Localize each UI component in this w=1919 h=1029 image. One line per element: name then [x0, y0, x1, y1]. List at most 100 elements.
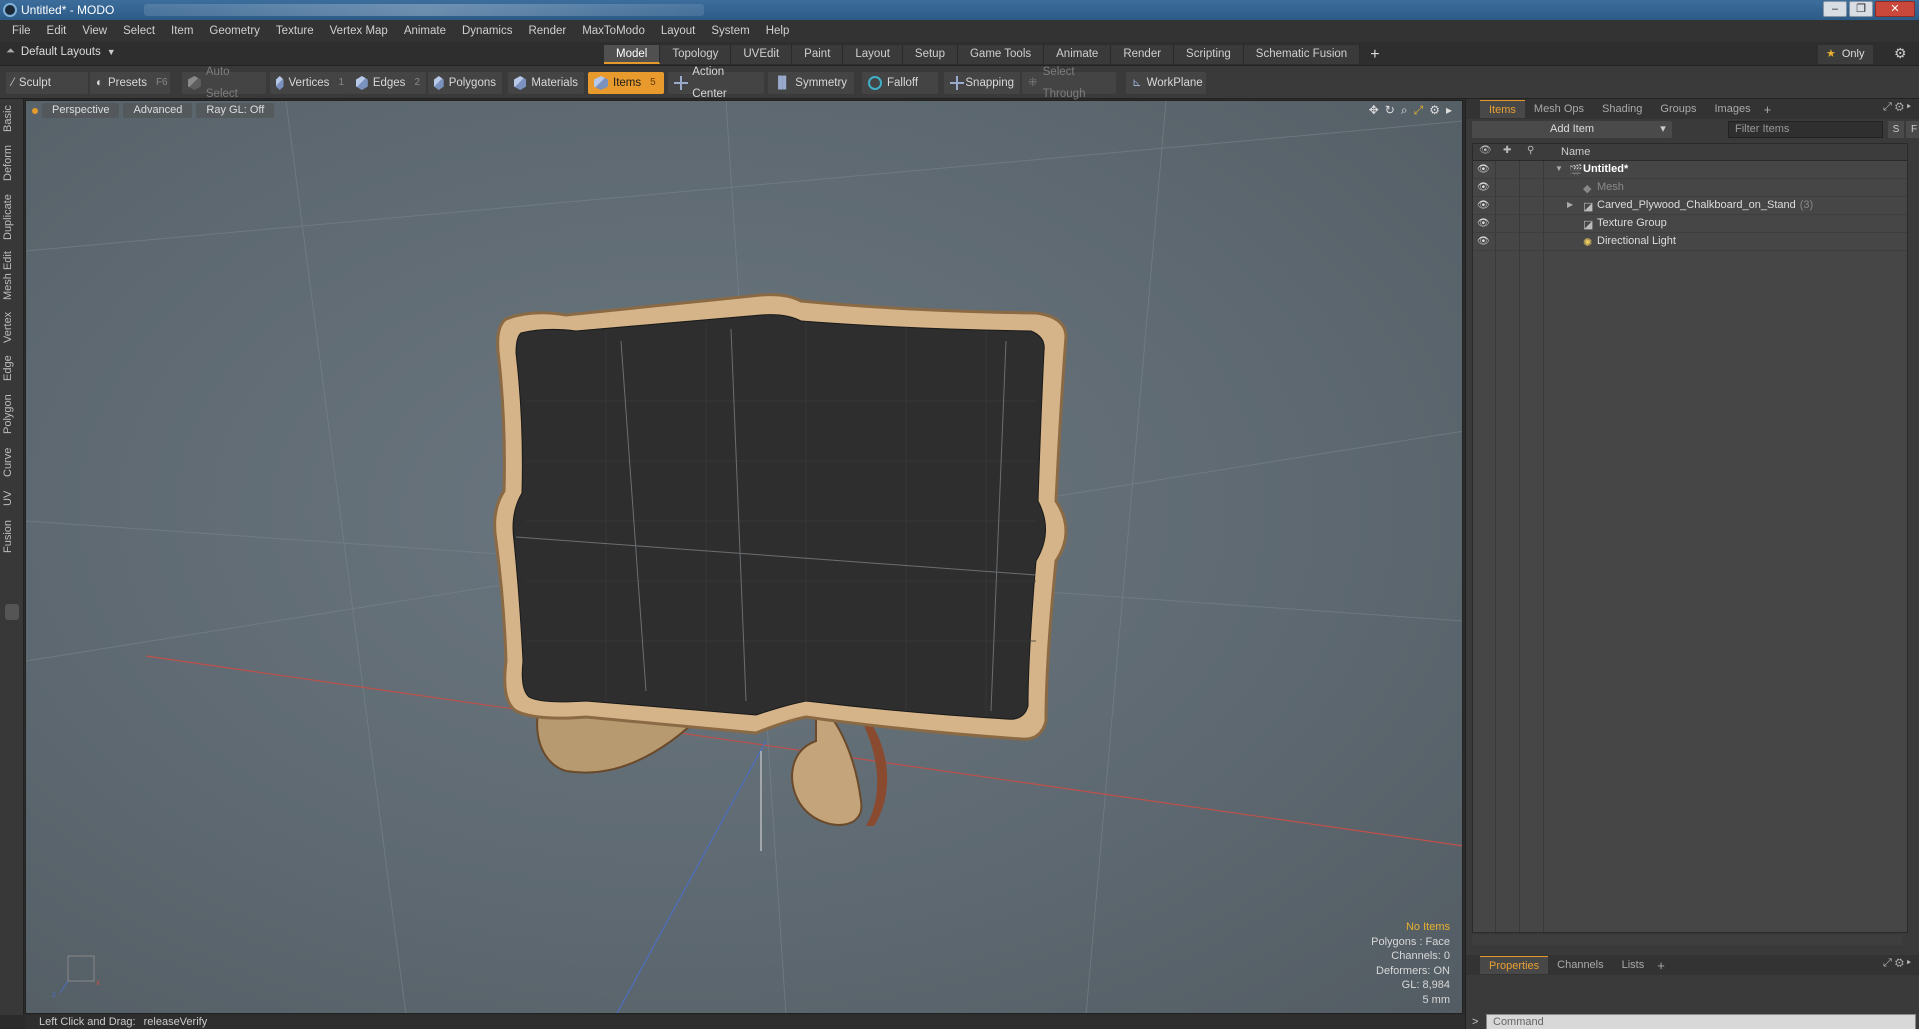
- restore-button[interactable]: ❐: [1849, 1, 1873, 17]
- tab-layout[interactable]: Layout: [843, 45, 903, 64]
- sculpt-button[interactable]: ⁄ Sculpt: [6, 72, 88, 94]
- tree-row-mesh[interactable]: 👁 ◆ Mesh: [1473, 179, 1907, 197]
- edges-button[interactable]: Edges 2: [350, 72, 426, 94]
- left-tab-duplicate[interactable]: Duplicate: [2, 191, 22, 243]
- add-panel-tab-icon[interactable]: +: [1653, 958, 1669, 973]
- menu-file[interactable]: File: [4, 20, 39, 42]
- tab-mesh-ops[interactable]: Mesh Ops: [1525, 100, 1593, 118]
- auto-select-button[interactable]: Auto Select: [182, 66, 266, 100]
- tab-game-tools[interactable]: Game Tools: [957, 45, 1045, 64]
- panel-options-icons[interactable]: ⤢⚙▸: [1883, 957, 1914, 970]
- expand-triangle-icon[interactable]: ▶: [1567, 200, 1573, 209]
- tab-properties[interactable]: Properties: [1480, 956, 1549, 974]
- menu-system[interactable]: System: [703, 20, 757, 42]
- tab-setup[interactable]: Setup: [902, 45, 958, 64]
- snapping-button[interactable]: Snapping: [944, 72, 1020, 94]
- scene-render[interactable]: x z: [26, 101, 1463, 1014]
- pan-icon[interactable]: ✥: [1369, 103, 1379, 118]
- materials-button[interactable]: Materials: [508, 72, 584, 94]
- type-column-icon[interactable]: ⚲: [1527, 145, 1534, 156]
- select-through-button[interactable]: ⁜ Select Through: [1022, 66, 1116, 100]
- only-toggle[interactable]: ★ Only: [1818, 45, 1873, 64]
- filter-items-input[interactable]: Filter Items: [1728, 121, 1883, 138]
- rotate-icon[interactable]: ↻: [1385, 103, 1395, 118]
- shading-button[interactable]: Advanced: [123, 103, 193, 118]
- menu-render[interactable]: Render: [520, 20, 574, 42]
- minimize-button[interactable]: –: [1823, 1, 1847, 17]
- falloff-button[interactable]: Falloff: [862, 72, 938, 94]
- menu-vertex-map[interactable]: Vertex Map: [322, 20, 396, 42]
- close-button[interactable]: ✕: [1875, 1, 1915, 17]
- tab-model[interactable]: Model: [604, 45, 661, 64]
- sidebar-handle[interactable]: [5, 604, 19, 620]
- lock-column-icon[interactable]: ✚: [1503, 145, 1511, 156]
- symmetry-button[interactable]: ▐▌ Symmetry: [768, 72, 854, 94]
- left-tab-vertex[interactable]: Vertex: [2, 309, 22, 345]
- menu-edit[interactable]: Edit: [39, 20, 75, 42]
- visibility-eye-icon[interactable]: 👁: [1477, 218, 1490, 229]
- menu-view[interactable]: View: [74, 20, 115, 42]
- left-tab-uv[interactable]: UV: [2, 487, 22, 509]
- left-tab-fusion[interactable]: Fusion: [2, 517, 22, 555]
- left-tab-basic[interactable]: Basic: [2, 103, 22, 135]
- tree-row-chalkboard[interactable]: 👁 ▶ ◪ Carved_Plywood_Chalkboard_on_Stand…: [1473, 197, 1907, 215]
- tab-lists[interactable]: Lists: [1613, 956, 1654, 974]
- tab-paint[interactable]: Paint: [792, 45, 844, 64]
- tree-row-directional-light[interactable]: 👁 ✺ Directional Light: [1473, 233, 1907, 251]
- workplane-button[interactable]: ⊾ WorkPlane: [1126, 72, 1206, 94]
- tab-shading[interactable]: Shading: [1593, 100, 1651, 118]
- tab-items[interactable]: Items: [1480, 100, 1525, 118]
- perspective-button[interactable]: Perspective: [42, 103, 120, 118]
- visibility-eye-icon[interactable]: 👁: [1477, 164, 1490, 175]
- column-name[interactable]: Name: [1561, 146, 1590, 158]
- menu-animate[interactable]: Animate: [396, 20, 454, 42]
- gear-icon[interactable]: ⚙: [1894, 45, 1907, 62]
- left-tab-mesh-edit[interactable]: Mesh Edit: [2, 251, 22, 301]
- f-button[interactable]: F: [1906, 121, 1919, 138]
- add-panel-tab-icon[interactable]: +: [1760, 102, 1776, 117]
- fit-icon[interactable]: ⤢: [1414, 103, 1424, 118]
- menu-item[interactable]: Item: [163, 20, 201, 42]
- visibility-eye-icon[interactable]: 👁: [1477, 182, 1490, 193]
- tab-schematic-fusion[interactable]: Schematic Fusion: [1243, 45, 1361, 64]
- left-tab-edge[interactable]: Edge: [2, 353, 22, 383]
- tab-render[interactable]: Render: [1111, 45, 1175, 64]
- menu-help[interactable]: Help: [758, 20, 798, 42]
- presets-button[interactable]: ◐ Presets F6: [90, 72, 170, 94]
- panel-options-icons[interactable]: ⤢⚙▸: [1883, 101, 1914, 114]
- left-tab-deform[interactable]: Deform: [2, 143, 22, 183]
- zoom-icon[interactable]: ⌕: [1401, 103, 1408, 118]
- polygons-button[interactable]: Polygons: [428, 72, 502, 94]
- tree-row-scene[interactable]: 👁 ▼ 🎬 Untitled*: [1473, 161, 1907, 179]
- expand-triangle-icon[interactable]: ▼: [1555, 164, 1563, 173]
- menu-geometry[interactable]: Geometry: [201, 20, 268, 42]
- tab-channels[interactable]: Channels: [1548, 956, 1612, 974]
- raygl-button[interactable]: Ray GL: Off: [196, 103, 275, 118]
- eye-column-icon[interactable]: 👁: [1479, 145, 1492, 156]
- viewport-settings-icon[interactable]: ⚙: [1429, 103, 1440, 118]
- menu-layout[interactable]: Layout: [653, 20, 704, 42]
- left-tab-curve[interactable]: Curve: [2, 445, 22, 479]
- tree-row-texture-group[interactable]: 👁 ◪ Texture Group: [1473, 215, 1907, 233]
- menu-dynamics[interactable]: Dynamics: [454, 20, 520, 42]
- tab-scripting[interactable]: Scripting: [1174, 45, 1244, 64]
- menu-maxtomodo[interactable]: MaxToModo: [574, 20, 653, 42]
- chevron-down-icon[interactable]: ▾: [1654, 121, 1672, 138]
- 3d-viewport[interactable]: x z Perspective Advanced Ray GL: Off ✥ ↻…: [25, 100, 1463, 1014]
- s-button[interactable]: S: [1888, 121, 1904, 138]
- layouts-dropdown[interactable]: ⏶ Default Layouts ▼: [6, 45, 116, 58]
- command-input[interactable]: Command: [1486, 1014, 1916, 1029]
- visibility-eye-icon[interactable]: 👁: [1477, 200, 1490, 211]
- menu-texture[interactable]: Texture: [268, 20, 322, 42]
- add-item-button[interactable]: Add Item: [1472, 121, 1672, 138]
- menu-select[interactable]: Select: [115, 20, 163, 42]
- add-tab-icon[interactable]: +: [1370, 45, 1379, 64]
- action-center-button[interactable]: Action Center: [668, 66, 764, 100]
- visibility-eye-icon[interactable]: 👁: [1477, 236, 1490, 247]
- viewport-expand-icon[interactable]: ▸: [1446, 103, 1452, 118]
- left-tab-polygon[interactable]: Polygon: [2, 391, 22, 437]
- tab-groups[interactable]: Groups: [1651, 100, 1705, 118]
- items-button[interactable]: Items 5: [588, 72, 664, 94]
- tree-horizontal-scrollbar[interactable]: [1472, 935, 1902, 945]
- viewport-menu-dot[interactable]: [32, 108, 38, 114]
